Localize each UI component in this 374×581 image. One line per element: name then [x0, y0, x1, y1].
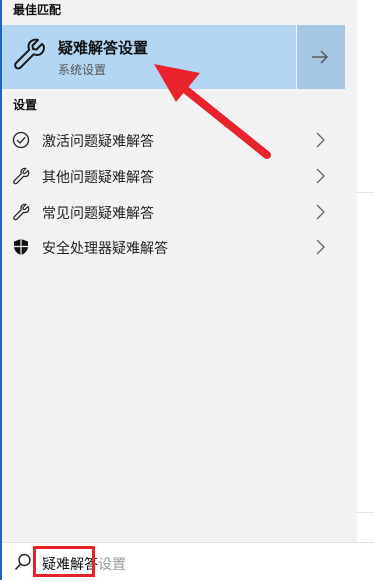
preview-divider [357, 512, 374, 513]
settings-result-item[interactable]: 其他问题疑难解答 [2, 158, 345, 194]
search-query-highlight [33, 546, 95, 577]
wrench-icon [12, 203, 30, 221]
shield-icon [12, 238, 30, 256]
wrench-icon [12, 37, 46, 75]
settings-result-item[interactable]: 常见问题疑难解答 [2, 194, 345, 230]
panel-gap [345, 0, 357, 542]
search-autocomplete-hint: 设置 [98, 557, 126, 573]
search-icon [14, 553, 32, 575]
chevron-right-icon [315, 204, 325, 224]
best-match-title: 疑难解答设置 [58, 39, 149, 57]
wrench-icon [12, 167, 30, 185]
preview-pane [357, 0, 374, 542]
settings-result-label: 常见问题疑难解答 [42, 206, 154, 222]
chevron-right-icon [315, 168, 325, 188]
arrow-right-icon [312, 50, 329, 64]
settings-result-label: 安全处理器疑难解答 [42, 241, 168, 257]
check-circle-icon [12, 131, 30, 149]
settings-result-label: 其他问题疑难解答 [42, 170, 154, 186]
settings-heading: 设置 [13, 98, 38, 112]
chevron-right-icon [315, 132, 325, 152]
settings-result-item[interactable]: 安全处理器疑难解答 [2, 229, 345, 265]
search-box[interactable]: 疑难解答 设置 [2, 542, 374, 581]
settings-result-label: 激活问题疑难解答 [42, 134, 154, 150]
preview-divider [357, 192, 374, 193]
chevron-right-icon [315, 239, 325, 259]
best-match-result[interactable]: 疑难解答设置 系统设置 [2, 25, 296, 89]
open-best-match-button[interactable] [297, 25, 345, 89]
settings-result-item[interactable]: 激活问题疑难解答 [2, 122, 345, 158]
best-match-heading: 最佳匹配 [13, 3, 62, 17]
best-match-subtitle: 系统设置 [58, 63, 107, 77]
